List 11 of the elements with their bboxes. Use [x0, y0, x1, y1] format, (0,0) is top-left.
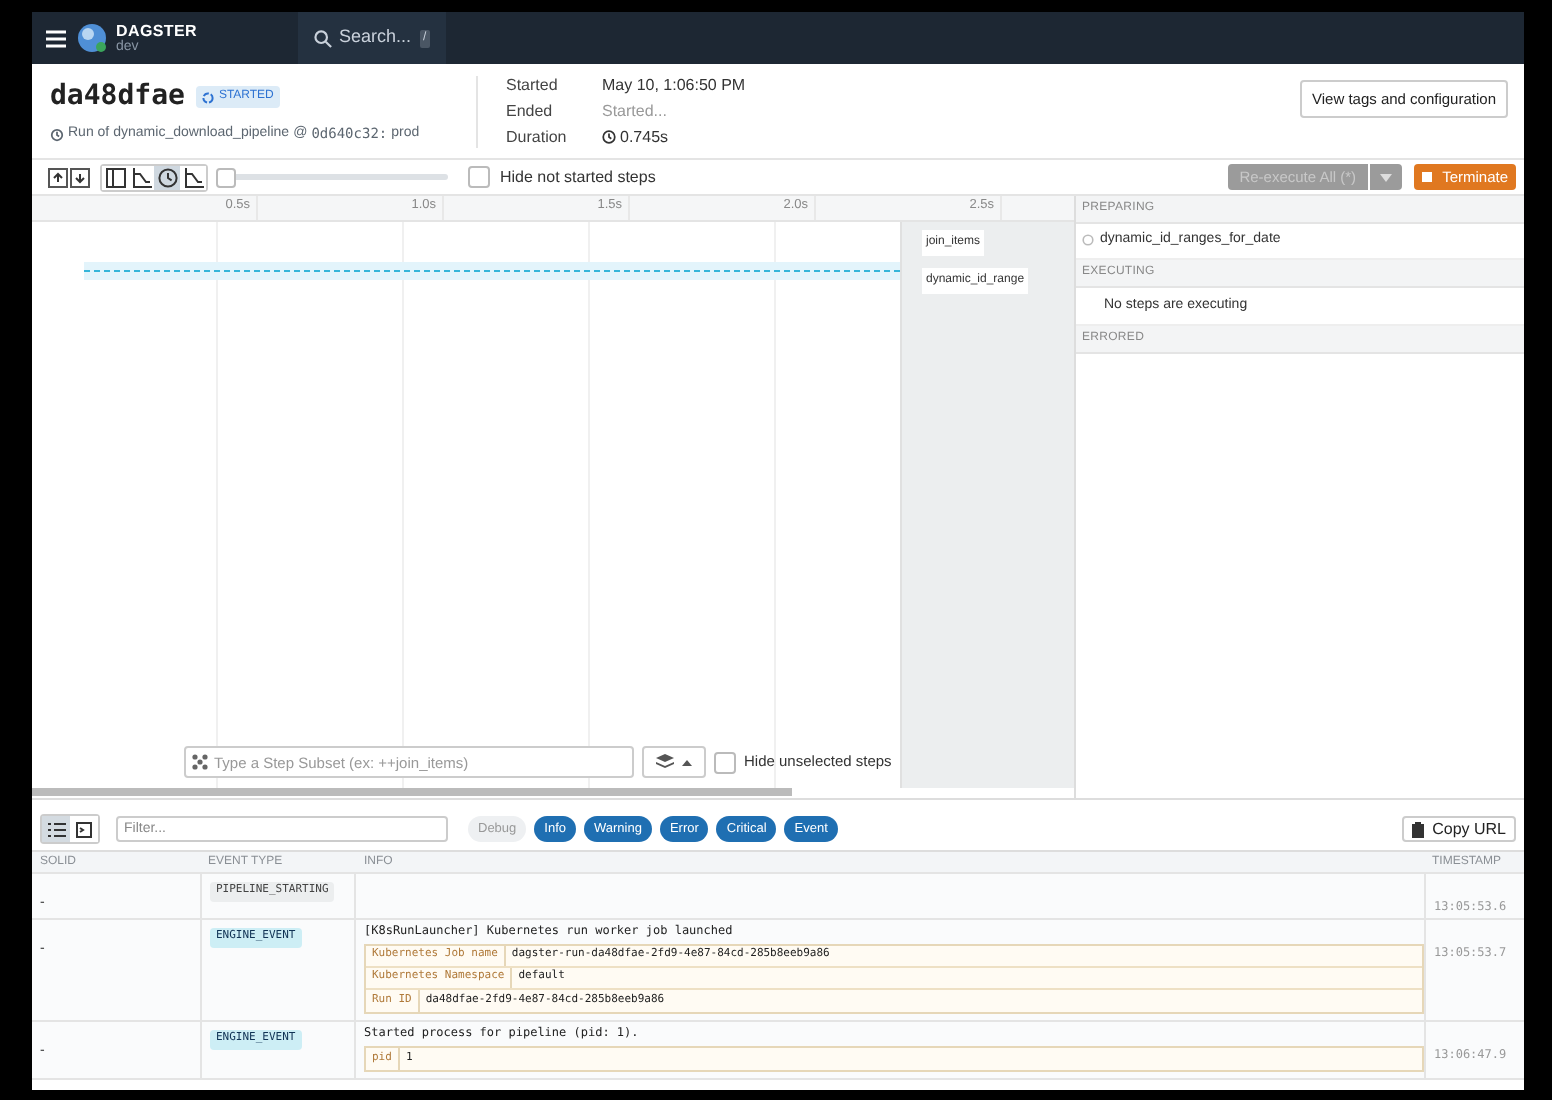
time-value: May 10, 1:06:50 PM: [602, 73, 746, 97]
time-label: Ended: [506, 99, 555, 123]
search-placeholder: Search...: [339, 24, 412, 51]
time-label: Started: [506, 73, 560, 97]
time-label: Duration: [506, 125, 569, 149]
time-value: Started...: [602, 99, 669, 123]
copy-url-button[interactable]: Copy URL: [1402, 816, 1516, 842]
brand-name: DAGSTER: [116, 23, 198, 39]
run-id: da48dfae: [50, 78, 185, 117]
time-value: 0.745s: [602, 125, 746, 149]
checkbox-label: Hide not started steps: [500, 165, 656, 189]
